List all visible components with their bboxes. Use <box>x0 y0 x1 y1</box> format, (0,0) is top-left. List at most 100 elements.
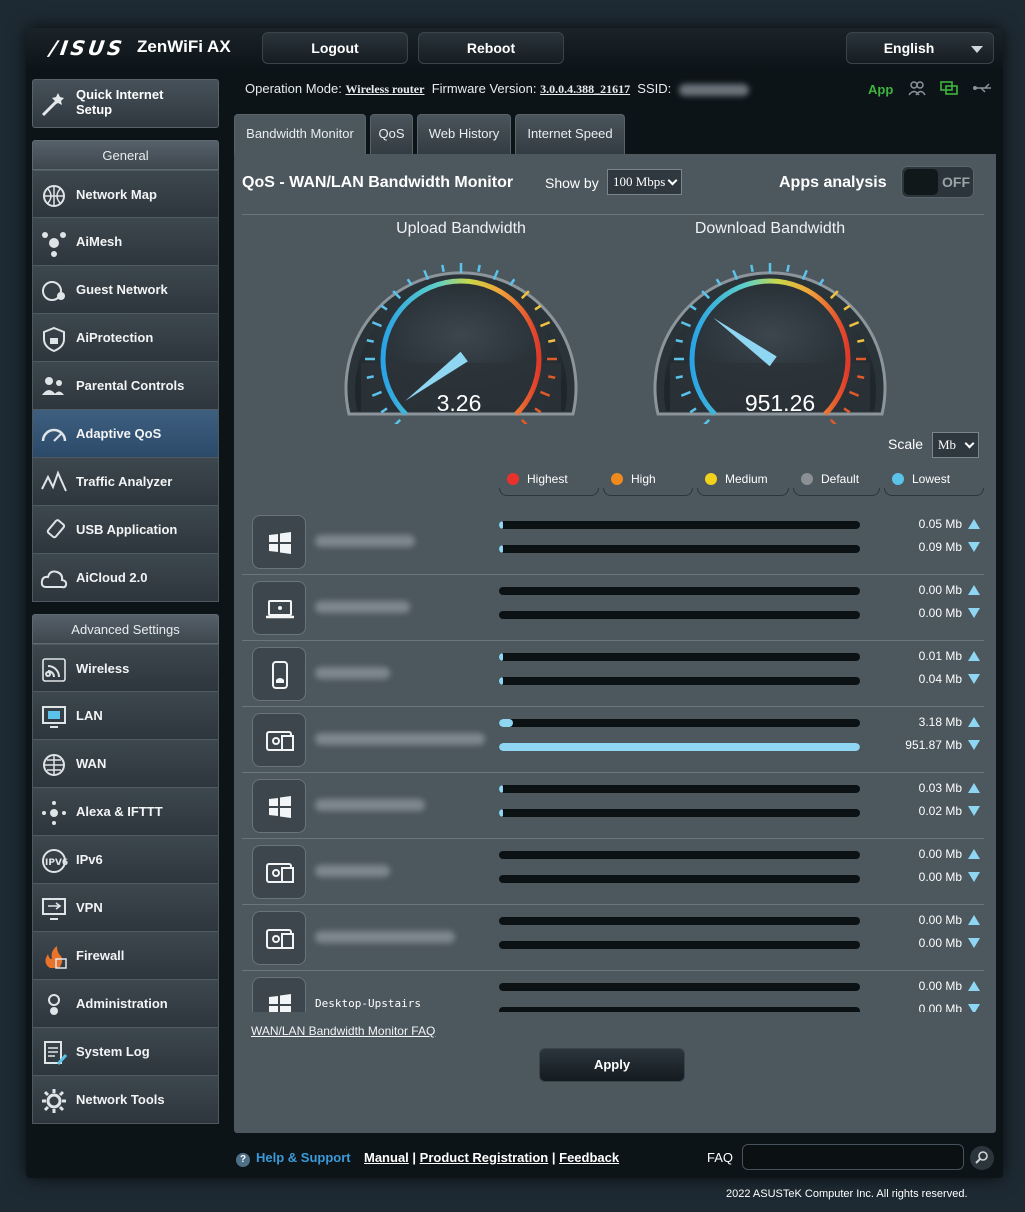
router-window: /ISUS ZenWiFi AX Logout Reboot English Q… <box>26 28 1003 1178</box>
network-status-icon[interactable] <box>940 80 958 99</box>
language-select[interactable]: English <box>846 32 994 64</box>
usb-status-icon[interactable] <box>972 82 993 97</box>
sidebar-item-traffic-analyzer[interactable]: Traffic Analyzer <box>32 458 219 506</box>
sidebar-item-label: USB Application <box>76 522 178 537</box>
apply-button[interactable]: Apply <box>539 1048 685 1082</box>
upload-bar <box>499 983 860 991</box>
sidebar-item-label: Network Tools <box>76 1092 165 1107</box>
manual-link[interactable]: Manual <box>364 1150 409 1165</box>
legend-label: High <box>631 472 656 486</box>
table-row[interactable]: Desktop-Upstairs 0.00 Mb 0.00 Mb <box>242 971 984 1012</box>
download-bar <box>499 941 860 949</box>
sidebar-item-label: AiCloud 2.0 <box>76 570 148 585</box>
network-tools-icon <box>42 1089 66 1113</box>
help-label: Help & Support <box>256 1150 351 1165</box>
sidebar-item-firewall[interactable]: Firewall <box>32 932 219 980</box>
legend-label: Lowest <box>912 472 951 486</box>
table-row[interactable]: 0.05 Mb 0.09 Mb <box>242 509 984 575</box>
windows-icon <box>269 994 291 1012</box>
download-bar <box>499 743 860 751</box>
download-rate: 0.00 Mb <box>918 936 962 950</box>
device-type <box>252 581 306 635</box>
footer-links: Manual | Product Registration | Feedback <box>364 1150 620 1165</box>
clients-icon[interactable] <box>908 80 926 99</box>
sidebar-item-aicloud-2-0[interactable]: AiCloud 2.0 <box>32 554 219 602</box>
table-row[interactable]: 0.00 Mb 0.00 Mb <box>242 575 984 641</box>
download-bar <box>499 677 860 685</box>
wireless-icon <box>42 658 66 682</box>
show-by-select[interactable]: 100 Mbps <box>607 169 682 195</box>
ssid-label: SSID: <box>637 81 672 96</box>
sidebar-item-label: VPN <box>76 900 103 915</box>
status-icons: App <box>868 80 1003 99</box>
windows-icon <box>269 532 291 554</box>
op-mode-link[interactable]: Wireless router <box>345 82 424 96</box>
scale-select[interactable]: Mb <box>932 432 979 458</box>
tab-qos[interactable]: QoS <box>370 114 413 154</box>
firmware-link[interactable]: 3.0.0.4.388_21617 <box>540 82 630 96</box>
product-registration-link[interactable]: Product Registration <box>420 1150 549 1165</box>
legend-label: Highest <box>527 472 568 486</box>
network-map-icon <box>43 185 65 207</box>
upload-rate: 0.00 Mb <box>918 913 962 927</box>
sidebar-item-adaptive-qos[interactable]: Adaptive QoS <box>32 410 219 458</box>
scale-value: Mb <box>938 437 957 452</box>
quick-internet-setup-button[interactable]: Quick Internet Setup <box>32 79 219 128</box>
table-row[interactable]: 0.00 Mb 0.00 Mb <box>242 905 984 971</box>
table-row[interactable]: 0.03 Mb 0.02 Mb <box>242 773 984 839</box>
table-row[interactable]: 0.00 Mb 0.00 Mb <box>242 839 984 905</box>
upload-bar <box>499 917 860 925</box>
qis-label: Quick Internet Setup <box>76 87 164 117</box>
faq-search-input[interactable] <box>742 1144 964 1170</box>
sidebar-item-lan[interactable]: LAN <box>32 692 219 740</box>
arrow-down-icon <box>968 1004 980 1012</box>
logout-button[interactable]: Logout <box>262 32 408 64</box>
laptop-icon <box>266 600 294 619</box>
general-menu: Network Map AiMesh Guest Network AiProte… <box>32 170 219 602</box>
table-row[interactable]: 3.18 Mb 951.87 Mb <box>242 707 984 773</box>
gauge-tick <box>366 339 374 343</box>
arrow-up-icon <box>968 915 980 925</box>
sidebar-item-alexa-ifttt[interactable]: Alexa & IFTTT <box>32 788 219 836</box>
sidebar-item-network-map[interactable]: Network Map <box>32 170 219 218</box>
aimesh-icon <box>42 232 66 257</box>
sidebar-item-vpn[interactable]: VPN <box>32 884 219 932</box>
sidebar-item-label: AiProtection <box>76 330 154 345</box>
reboot-button[interactable]: Reboot <box>418 32 564 64</box>
lan-icon <box>42 706 66 728</box>
sidebar-item-administration[interactable]: Administration <box>32 980 219 1028</box>
upload-bar <box>499 719 860 727</box>
device-name-redacted <box>315 535 415 547</box>
upload-rate: 0.00 Mb <box>918 979 962 993</box>
sidebar-item-wan[interactable]: WAN <box>32 740 219 788</box>
feedback-link[interactable]: Feedback <box>559 1150 619 1165</box>
help-support-link[interactable]: ? Help & Support <box>236 1150 351 1167</box>
device-type <box>252 911 306 965</box>
tab-internet-speed[interactable]: Internet Speed <box>515 114 625 154</box>
upload-bar <box>499 521 860 529</box>
sidebar-item-aimesh[interactable]: AiMesh <box>32 218 219 266</box>
tab-web-history[interactable]: Web History <box>417 114 511 154</box>
sidebar-item-label: System Log <box>76 1044 150 1059</box>
download-rate: 0.00 Mb <box>918 1002 962 1012</box>
tab-bandwidth-monitor[interactable]: Bandwidth Monitor <box>234 114 366 154</box>
vpn-icon <box>42 898 66 920</box>
arrow-up-icon <box>968 585 980 595</box>
search-button[interactable] <box>970 1146 994 1170</box>
sidebar-item-ipv6[interactable]: IPV6 IPv6 <box>32 836 219 884</box>
device-name-redacted <box>315 733 485 745</box>
sidebar-item-parental-controls[interactable]: Parental Controls <box>32 362 219 410</box>
download-value: 951.26 <box>744 390 816 416</box>
sidebar-item-network-tools[interactable]: Network Tools <box>32 1076 219 1124</box>
sidebar-item-usb-application[interactable]: USB Application <box>32 506 219 554</box>
sidebar-item-wireless[interactable]: Wireless <box>32 644 219 692</box>
sidebar-item-aiprotection[interactable]: AiProtection <box>32 314 219 362</box>
bandwidth-faq-link[interactable]: WAN/LAN Bandwidth Monitor FAQ <box>251 1024 435 1038</box>
sidebar-item-guest-network[interactable]: Guest Network <box>32 266 219 314</box>
sidebar-item-system-log[interactable]: System Log <box>32 1028 219 1076</box>
table-row[interactable]: 0.01 Mb 0.04 Mb <box>242 641 984 707</box>
apps-analysis-toggle[interactable]: OFF <box>901 166 974 198</box>
gauge-tick <box>548 375 556 379</box>
app-status[interactable]: App <box>868 82 893 97</box>
panel-title: QoS - WAN/LAN Bandwidth Monitor <box>242 174 514 191</box>
